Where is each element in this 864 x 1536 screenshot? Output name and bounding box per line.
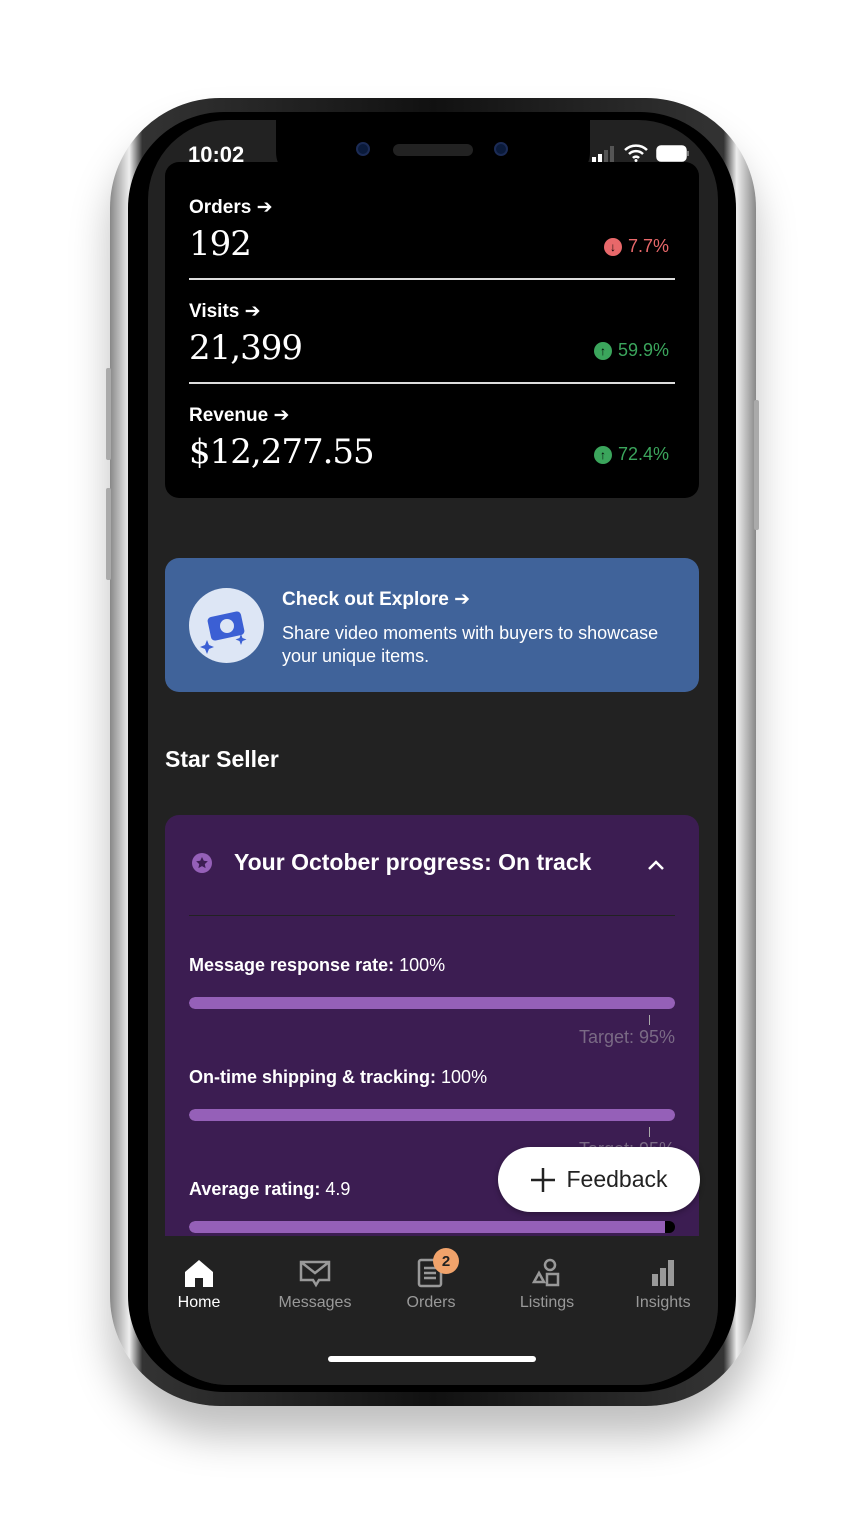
stat-label: Visits bbox=[189, 301, 240, 322]
progress-fill bbox=[189, 1109, 675, 1121]
notch bbox=[276, 120, 590, 182]
metric-label: Message response rate: bbox=[189, 955, 395, 975]
nav-insights[interactable]: Insights bbox=[613, 1258, 713, 1312]
change-value: 72.4% bbox=[617, 444, 669, 464]
arrow-right-icon: ➔ bbox=[273, 405, 290, 426]
metric-value: 100% bbox=[399, 955, 446, 975]
battery-icon bbox=[656, 145, 690, 167]
explore-banner[interactable]: Check out Explore ➔ Share video moments … bbox=[165, 558, 699, 692]
divider bbox=[189, 278, 675, 280]
target-tick bbox=[649, 1127, 650, 1137]
metric-message-response: Message response rate: 100% Target: 95% bbox=[189, 955, 675, 1047]
stat-change: ↑ 59.9% bbox=[593, 340, 669, 361]
arrow-right-icon: ➔ bbox=[244, 301, 261, 322]
orders-badge: 2 bbox=[433, 1248, 459, 1274]
signal-icon bbox=[592, 146, 618, 167]
insights-icon bbox=[652, 1260, 674, 1286]
metric-value: 100% bbox=[441, 1067, 488, 1087]
bottom-nav: Home Messages 2 Orders Listings Insights bbox=[148, 1236, 718, 1385]
progress-bar bbox=[189, 1109, 675, 1121]
stats-card: Orders ➔ 192 ↓ 7.7% Visits ➔ 21,399 ↑ 59.9… bbox=[165, 162, 699, 498]
arrow-right-icon: ➔ bbox=[256, 197, 273, 218]
metric-on-time-shipping: On-time shipping & tracking: 100% Target… bbox=[189, 1067, 675, 1159]
target-tick bbox=[649, 1015, 650, 1025]
camera-icon bbox=[356, 142, 370, 156]
progress-fill bbox=[189, 997, 675, 1009]
divider bbox=[189, 382, 675, 384]
progress-fill bbox=[189, 1221, 666, 1233]
stat-value: 192 bbox=[189, 224, 252, 264]
status-time: 10:02 bbox=[188, 142, 245, 167]
divider bbox=[189, 915, 675, 916]
home-icon bbox=[185, 1260, 213, 1287]
metric-value: 4.9 bbox=[325, 1179, 351, 1199]
nav-label: Insights bbox=[635, 1294, 691, 1311]
progress-bar bbox=[189, 997, 675, 1009]
stat-visits[interactable]: Visits ➔ 21,399 ↑ 59.9% bbox=[189, 288, 675, 392]
listings-icon bbox=[531, 1258, 560, 1287]
stat-orders[interactable]: Orders ➔ 192 ↓ 7.7% bbox=[189, 184, 675, 288]
progress-bar bbox=[189, 1221, 675, 1233]
section-heading: Star Seller bbox=[165, 746, 279, 772]
volume-down-button bbox=[106, 488, 111, 580]
star-badge-icon bbox=[191, 852, 213, 879]
feedback-label: Feedback bbox=[566, 1166, 668, 1192]
nav-label: Home bbox=[177, 1294, 221, 1311]
wifi-icon bbox=[624, 144, 648, 167]
arrow-up-icon: ↑ bbox=[593, 341, 612, 360]
arrow-up-icon: ↑ bbox=[593, 445, 612, 464]
nav-listings[interactable]: Listings bbox=[497, 1258, 597, 1312]
home-indicator[interactable] bbox=[328, 1356, 536, 1362]
screen: Orders ➔ 192 ↓ 7.7% Visits ➔ 21,399 ↑ 59.9… bbox=[148, 120, 718, 1385]
camera-sparkle-icon bbox=[189, 588, 264, 663]
sensor-icon bbox=[494, 142, 508, 156]
nav-label: Messages bbox=[278, 1294, 352, 1311]
change-value: 7.7% bbox=[627, 236, 669, 256]
metric-label: Average rating: bbox=[189, 1179, 321, 1199]
progress-title: Your October progress: On track bbox=[234, 849, 592, 875]
speaker bbox=[393, 144, 473, 156]
change-value: 59.9% bbox=[617, 340, 669, 360]
nav-messages[interactable]: Messages bbox=[265, 1258, 365, 1312]
nav-label: Listings bbox=[519, 1294, 575, 1311]
stat-revenue[interactable]: Revenue ➔ $12,277.55 ↑ 72.4% bbox=[189, 392, 675, 496]
stat-value: 21,399 bbox=[189, 328, 303, 368]
feedback-button[interactable]: Feedback bbox=[498, 1147, 700, 1212]
stat-change: ↑ 72.4% bbox=[593, 444, 669, 465]
nav-home[interactable]: Home bbox=[149, 1258, 249, 1312]
explore-title: Check out Explore ➔ bbox=[282, 589, 471, 610]
arrow-down-icon: ↓ bbox=[603, 237, 622, 256]
arrow-right-icon: ➔ bbox=[454, 589, 471, 610]
nav-label: Orders bbox=[406, 1294, 456, 1311]
stat-label: Revenue bbox=[189, 405, 269, 426]
chevron-up-icon[interactable] bbox=[647, 851, 665, 877]
stat-value: $12,277.55 bbox=[189, 432, 375, 472]
power-button bbox=[754, 400, 759, 530]
stat-change: ↓ 7.7% bbox=[603, 236, 669, 257]
volume-up-button bbox=[106, 368, 111, 460]
nav-orders[interactable]: 2 Orders bbox=[381, 1248, 481, 1312]
messages-icon bbox=[299, 1260, 331, 1288]
metric-label: On-time shipping & tracking: bbox=[189, 1067, 437, 1087]
plus-icon bbox=[531, 1167, 556, 1192]
explore-description: Share video moments with buyers to showc… bbox=[282, 623, 659, 666]
stat-label: Orders bbox=[189, 197, 252, 218]
target-label: Target: 95% bbox=[578, 1027, 675, 1047]
